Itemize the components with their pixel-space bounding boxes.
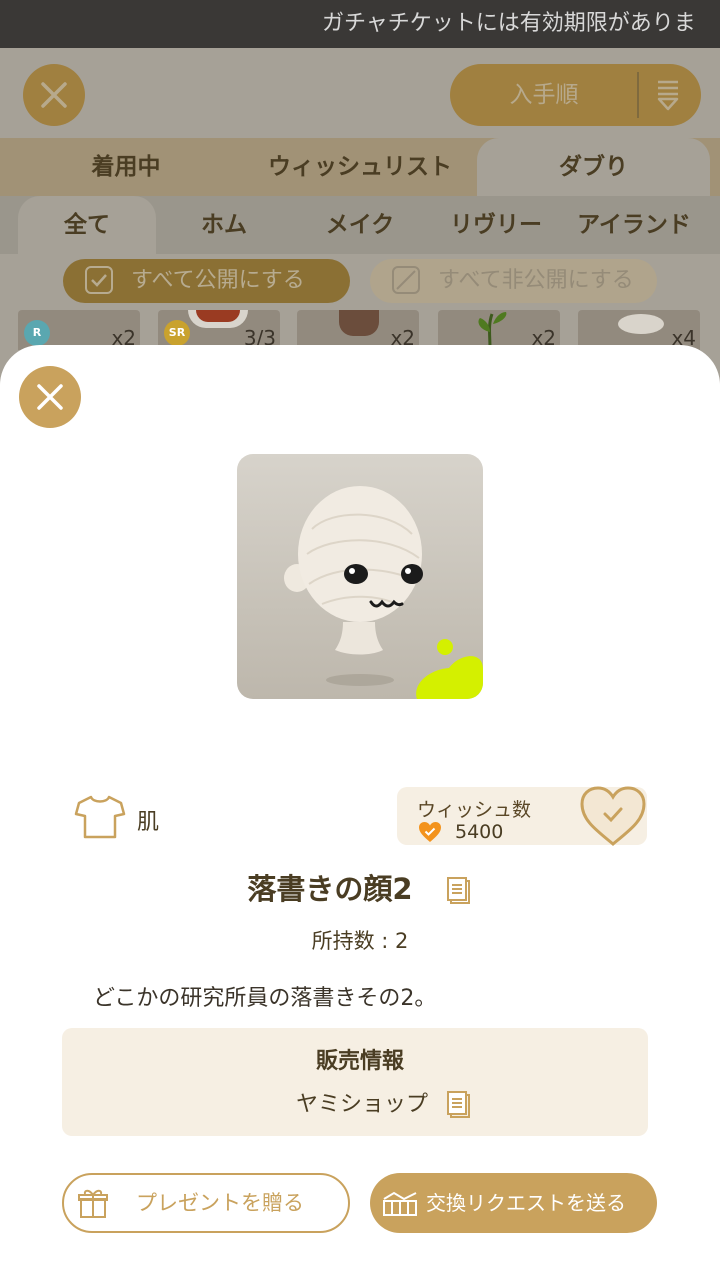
close-list-button[interactable] bbox=[23, 64, 85, 126]
tab-wearing[interactable]: 着用中 bbox=[40, 138, 212, 196]
item-name: 落書きの顔2 bbox=[247, 872, 413, 906]
doodle-face-illustration bbox=[237, 454, 483, 699]
checkbox-icon bbox=[85, 266, 113, 294]
shirt-icon bbox=[74, 795, 126, 839]
item-thumbnail bbox=[478, 312, 507, 348]
make-all-private-label: すべて非公開にする bbox=[438, 268, 634, 293]
trade-icon bbox=[383, 1191, 417, 1216]
item-thumbnail-accent bbox=[196, 310, 240, 322]
add-to-wishlist-heart-button[interactable] bbox=[578, 784, 648, 848]
sort-divider bbox=[637, 72, 639, 118]
sort-label: 入手順 bbox=[509, 82, 579, 108]
close-icon bbox=[37, 384, 63, 410]
list-item[interactable]: x2 bbox=[438, 310, 560, 350]
primary-tabs: 着用中 ウィッシュリスト ダブり bbox=[0, 138, 720, 196]
tab-island[interactable]: アイランド bbox=[564, 196, 704, 254]
item-thumbnail bbox=[339, 310, 379, 336]
secondary-tabs: 全て ホム メイク リヴリー アイランド bbox=[0, 196, 720, 254]
rarity-badge: SR bbox=[164, 320, 190, 346]
sales-shop-row[interactable]: ヤミショップ bbox=[296, 1086, 473, 1121]
owned-count: 所持数 : 2 bbox=[311, 929, 409, 953]
close-icon bbox=[41, 82, 67, 108]
notice-bar: ガチャチケットには有効期限がありま bbox=[0, 0, 720, 48]
item-description: どこかの研究所員の落書きその2。 bbox=[93, 986, 437, 1011]
make-all-private-button[interactable]: すべて非公開にする bbox=[370, 259, 657, 303]
wish-count-label: ウィッシュ数 bbox=[417, 799, 532, 821]
category-label: 肌 bbox=[137, 810, 160, 835]
item-name-row: 落書きの顔2 bbox=[0, 866, 720, 908]
copy-icon[interactable] bbox=[445, 1089, 473, 1121]
tab-wishlist[interactable]: ウィッシュリスト bbox=[240, 138, 480, 196]
shop-name: ヤミショップ bbox=[296, 1092, 429, 1117]
sort-order-icon[interactable] bbox=[650, 78, 686, 112]
tab-duplicates[interactable]: ダブり bbox=[477, 138, 710, 196]
list-item[interactable]: R x2 bbox=[18, 310, 140, 350]
make-all-public-label: すべて公開にする bbox=[131, 268, 305, 293]
tab-all[interactable]: 全て bbox=[18, 196, 156, 254]
make-all-public-button[interactable]: すべて公開にする bbox=[63, 259, 350, 303]
send-gift-label: プレゼントを贈る bbox=[136, 1191, 304, 1215]
send-trade-request-label: 交換リクエストを送る bbox=[426, 1191, 626, 1215]
list-item[interactable]: x2 bbox=[297, 310, 419, 350]
rarity-badge: R bbox=[24, 320, 50, 346]
unchecked-box-icon bbox=[392, 266, 420, 294]
copy-icon[interactable] bbox=[445, 875, 473, 907]
close-detail-button[interactable] bbox=[19, 366, 81, 428]
item-thumbnail bbox=[618, 314, 664, 334]
wish-count-value: 5400 bbox=[455, 821, 504, 843]
sort-control[interactable]: 入手順 bbox=[450, 64, 701, 126]
gift-icon bbox=[78, 1189, 108, 1218]
heart-check-icon bbox=[419, 822, 441, 842]
tab-makeup[interactable]: メイク bbox=[292, 196, 428, 254]
sales-info-title: 販売情報 bbox=[315, 1049, 404, 1074]
tab-homu[interactable]: ホム bbox=[156, 196, 292, 254]
list-item[interactable]: SR 3/3 bbox=[158, 310, 280, 350]
item-preview-image bbox=[237, 454, 483, 699]
list-item[interactable]: x4 bbox=[578, 310, 700, 350]
notice-text: ガチャチケットには有効期限がありま bbox=[322, 11, 696, 36]
tab-livly[interactable]: リヴリー bbox=[428, 196, 564, 254]
